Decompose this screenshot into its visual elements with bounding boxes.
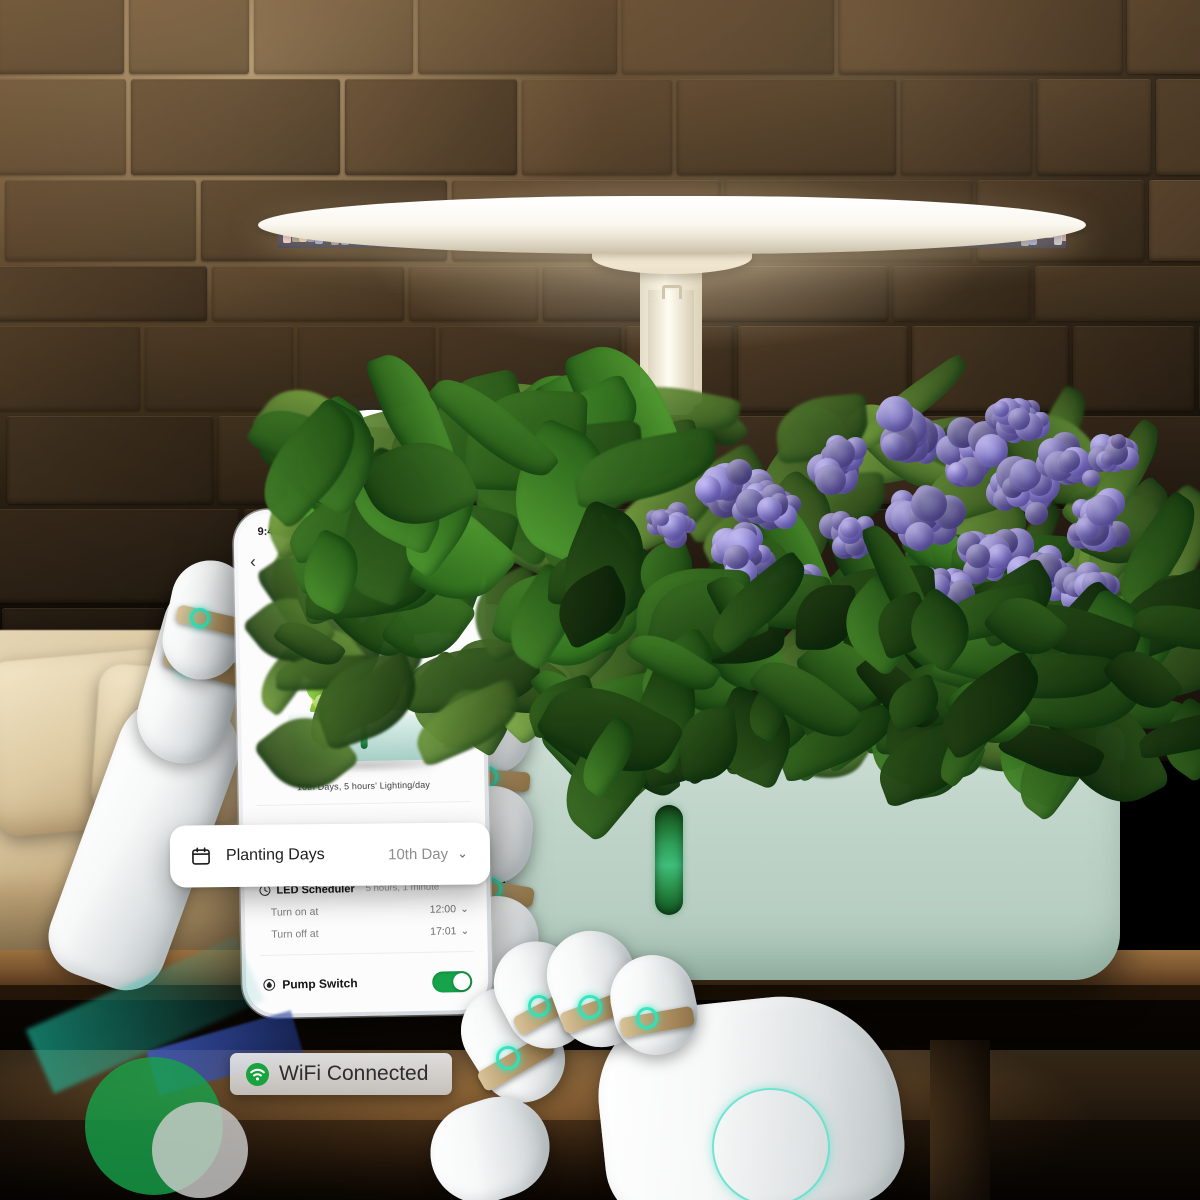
chevron-down-icon[interactable]: ⌄ — [460, 925, 469, 937]
calendar-icon — [192, 847, 210, 865]
scene-root: 9:41 ‹ LetPot LPH-SE0001 ? — [0, 0, 1200, 1200]
divider-2 — [259, 950, 474, 957]
turn-on-label: Turn on at — [270, 905, 319, 919]
pump-switch-row[interactable]: Pump Switch — [246, 964, 489, 1003]
lamp-notch — [662, 285, 682, 299]
pump-switch-label: Pump Switch — [282, 976, 358, 992]
turn-off-time: 17:01 — [430, 925, 457, 938]
turn-off-value[interactable]: 17:01 ⌄ — [430, 925, 469, 938]
planting-days-value: 10th Day — [387, 845, 449, 863]
shelf-leg — [930, 1040, 990, 1200]
water-drop-icon — [263, 978, 276, 991]
planting-days-card[interactable]: Planting Days 10th Day ⌄ — [169, 822, 491, 888]
turn-off-label: Turn off at — [271, 927, 319, 941]
chevron-down-icon[interactable]: ⌄ — [460, 903, 469, 915]
planting-days-label: Planting Days — [225, 846, 325, 865]
wifi-badge-icon — [246, 1062, 269, 1086]
wifi-badge-label: WiFi Connected — [279, 1062, 429, 1085]
decor-gray-circle — [152, 1102, 248, 1198]
turn-on-value[interactable]: 12:00 ⌄ — [430, 903, 469, 916]
led-grow-light-panel — [258, 196, 1086, 254]
turn-off-row[interactable]: Turn off at 17:01 ⌄ — [259, 925, 473, 941]
growth-caption: 10th Days, 5 hours' Lighting/day — [296, 779, 431, 793]
pump-switch-toggle[interactable] — [432, 970, 473, 993]
chevron-down-icon[interactable]: ⌄ — [457, 846, 468, 862]
turn-on-time: 12:00 — [429, 903, 457, 916]
toggle-knob — [453, 972, 471, 990]
water-level-window — [655, 805, 683, 915]
turn-on-row[interactable]: Turn on at 12:00 ⌄ — [259, 903, 473, 919]
wifi-connected-badge: WiFi Connected — [230, 1053, 452, 1095]
palm-led-ring — [712, 1088, 830, 1200]
